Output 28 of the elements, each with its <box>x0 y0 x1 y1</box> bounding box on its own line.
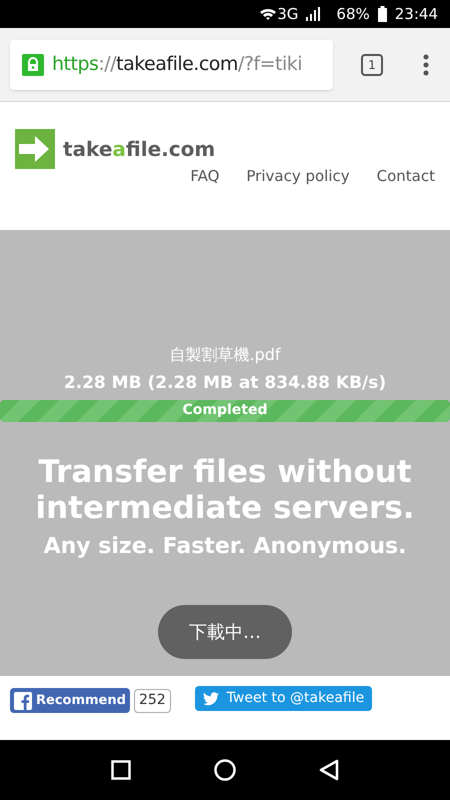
logo-icon <box>15 129 55 169</box>
wifi-icon <box>259 7 278 21</box>
home-icon[interactable] <box>214 759 236 781</box>
tab-count-button[interactable]: 1 <box>361 54 383 76</box>
file-size: 2.28 MB (2.28 MB at 834.88 KB/s) <box>64 372 386 395</box>
toast: 下載中… <box>158 605 292 659</box>
menu-icon[interactable] <box>423 54 429 76</box>
progress-label: Completed <box>181 401 268 420</box>
battery-percent: 68% <box>336 4 370 25</box>
clock: 23:44 <box>394 4 438 25</box>
nav-link[interactable]: Privacy policy <box>246 165 350 188</box>
bird-icon <box>202 692 219 706</box>
lock-icon <box>22 54 44 76</box>
signal-icon <box>306 7 320 21</box>
network-label: 3G <box>277 4 298 25</box>
recents-icon[interactable] <box>111 760 132 780</box>
logo-text[interactable]: takeafile.com <box>63 134 216 164</box>
recommend-button[interactable]: Recommend <box>10 688 130 713</box>
facebook-icon <box>14 692 32 710</box>
like-count: 252 <box>134 688 171 712</box>
nav-link[interactable]: FAQ <box>190 165 220 188</box>
back-icon[interactable] <box>318 759 339 781</box>
hero-subtitle: Any size. Faster. Anonymous. <box>44 532 406 560</box>
hero-title: Transfer files without intermediate servers. <box>34 454 416 526</box>
battery-icon <box>378 6 387 22</box>
url-field[interactable]: https://takeafile.com/?f=tiki <box>10 40 333 90</box>
file-name: 自製割草機.pdf <box>169 344 281 366</box>
nav-link[interactable]: Contact <box>376 165 435 188</box>
